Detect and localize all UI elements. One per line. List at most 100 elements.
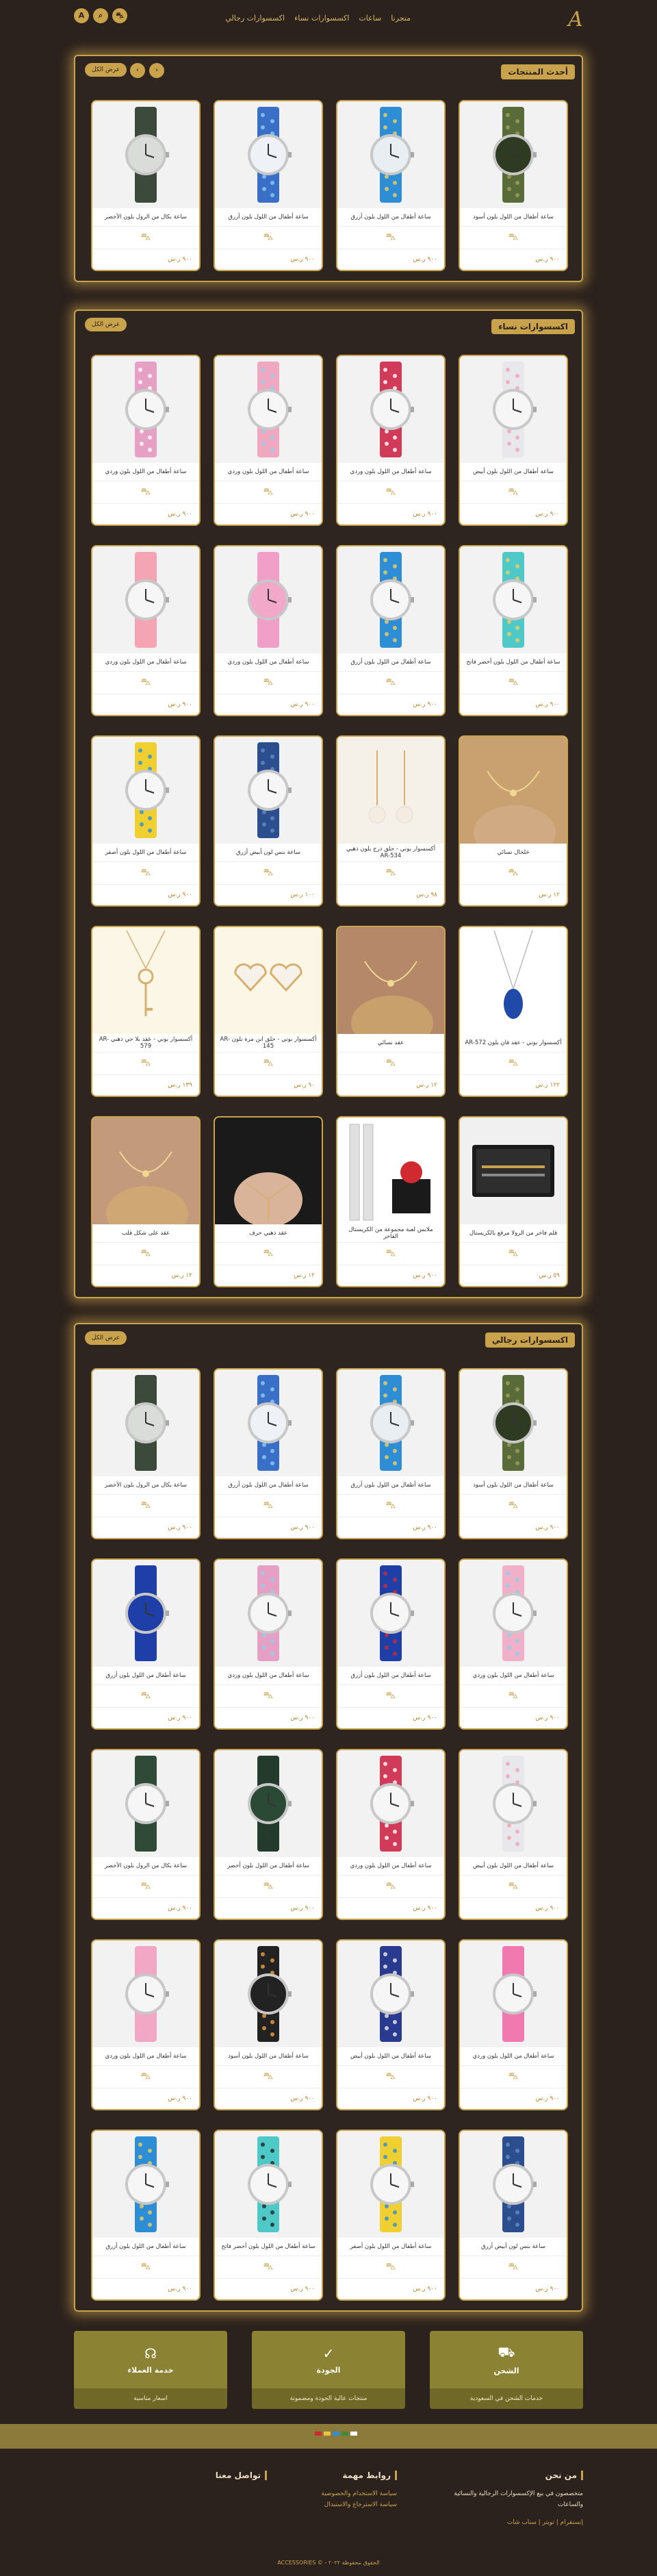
product-card[interactable]: ساعة أطفال من اللول بلون أخضر ⛍ ٩٠٠ ر.س bbox=[214, 1749, 323, 1920]
product-image[interactable] bbox=[215, 2131, 322, 2238]
view-all-button[interactable]: عرض الكل bbox=[85, 63, 127, 77]
product-name[interactable]: ساعة أطفال من اللول بلون أخضر فاتح bbox=[460, 653, 567, 671]
cart-icon[interactable]: ⛍ bbox=[112, 8, 127, 23]
product-image[interactable] bbox=[460, 737, 567, 844]
product-image[interactable] bbox=[215, 1560, 322, 1667]
user-icon[interactable]: A bbox=[74, 8, 89, 23]
product-card[interactable]: ساعة أطفال من اللول بلون أصفر ⛍ ٩٠٠ ر.س bbox=[91, 735, 201, 907]
product-card[interactable]: ساعة أطفال من اللول بلون أبيض ⛍ ٩٠٠ ر.س bbox=[459, 1749, 568, 1920]
add-to-cart-button[interactable]: ⛍ bbox=[215, 226, 322, 249]
product-name[interactable]: ساعة أطفال من اللول بلون أزرق bbox=[215, 1476, 322, 1494]
add-to-cart-button[interactable]: ⛍ bbox=[460, 2256, 567, 2279]
product-card[interactable]: أكسسوار بوني - عقد بلا جي ذهبي AR-579 ⛍ ١٣… bbox=[91, 926, 201, 1097]
product-image[interactable] bbox=[92, 101, 199, 208]
product-image[interactable] bbox=[92, 1941, 199, 2047]
product-name[interactable]: ساعة أطفال من اللول بلون وردي bbox=[92, 2047, 199, 2065]
add-to-cart-button[interactable]: ⛍ bbox=[460, 1494, 567, 1517]
product-card[interactable]: ساعة أطفال من اللول بلون أبيض ⛍ ٩٠٠ ر.س bbox=[336, 1939, 446, 2110]
add-to-cart-button[interactable]: ⛍ bbox=[215, 481, 322, 504]
add-to-cart-button[interactable]: ⛍ bbox=[215, 2256, 322, 2279]
product-card[interactable]: ساعة أطفال من اللول بلون وردي ⛍ ٩٠٠ ر.س bbox=[214, 355, 323, 526]
add-to-cart-button[interactable]: ⛍ bbox=[215, 861, 322, 885]
add-to-cart-button[interactable]: ⛍ bbox=[92, 1494, 199, 1517]
product-card[interactable]: ساعة أطفال من اللول بلون وردي ⛍ ٩٠٠ ر.س bbox=[336, 1749, 446, 1920]
nav-item-women[interactable]: اكسسوارات نساء bbox=[294, 14, 349, 23]
product-name[interactable]: ساعة أطفال من اللول بلون وردي bbox=[92, 653, 199, 671]
product-image[interactable] bbox=[215, 737, 322, 844]
product-name[interactable]: أكسسوار بوني - حلق درج بلون ذهبي AR-534 bbox=[337, 844, 444, 861]
product-card[interactable]: ساعة أطفال من اللول بلون أبيض ⛍ ٩٠٠ ر.س bbox=[459, 355, 568, 526]
add-to-cart-button[interactable]: ⛍ bbox=[215, 671, 322, 694]
product-image[interactable] bbox=[337, 1560, 444, 1667]
product-card[interactable]: ساعة أطفال من اللول بلون أزرق ⛍ ٩٠٠ ر.س bbox=[91, 1558, 201, 1730]
brand-logo[interactable]: A bbox=[563, 7, 589, 33]
product-name[interactable]: ساعة أطفال من اللول بلون وردي bbox=[92, 463, 199, 481]
add-to-cart-button[interactable]: ⛍ bbox=[92, 1242, 199, 1265]
product-image[interactable] bbox=[92, 1117, 199, 1224]
add-to-cart-button[interactable]: ⛍ bbox=[92, 1052, 199, 1075]
product-name[interactable]: ساعة أطفال من اللول بلون أبيض bbox=[460, 1857, 567, 1875]
product-card[interactable]: ساعة أطفال من اللول بلون أزرق ⛍ ٩٠٠ ر.س bbox=[336, 545, 446, 716]
product-name[interactable]: ساعة أطفال من اللول بلون أزرق bbox=[92, 1667, 199, 1684]
product-card[interactable]: ملابس لعبة مجموعة من الكريستال الفاخر ⛍ ٩٠… bbox=[336, 1116, 446, 1287]
product-card[interactable]: أكسسوار بوني - حلق درج بلون ذهبي AR-534 ⛍… bbox=[336, 735, 446, 907]
product-card[interactable]: ساعة أطفال من اللول بلون أسود ⛍ ٩٠٠ ر.س bbox=[214, 1939, 323, 2110]
add-to-cart-button[interactable]: ⛍ bbox=[460, 861, 567, 885]
product-name[interactable]: أكسسوار بوني - عقد بلا جي ذهبي AR-579 bbox=[92, 1034, 199, 1052]
product-name[interactable]: ساعة أطفال من اللول بلون أزرق bbox=[337, 1476, 444, 1494]
add-to-cart-button[interactable]: ⛍ bbox=[337, 2256, 444, 2279]
product-card[interactable]: أكسسوار بوني - عقد فان بلون AR-572 ⛍ ١٢٢ ر… bbox=[459, 926, 568, 1097]
footer-link-returns[interactable]: سياسة الاسترجاع والاستبدال bbox=[287, 2499, 397, 2510]
product-card[interactable]: ساعة أطفال من اللول بلون أخضر فاتح ⛍ ٩٠٠ ر… bbox=[459, 545, 568, 716]
product-card[interactable]: عقد على شكل قلب ⛍ ١٢ ر.س bbox=[91, 1116, 201, 1287]
add-to-cart-button[interactable]: ⛍ bbox=[337, 1875, 444, 1898]
product-card[interactable]: عقد نسائي ⛍ ١٢ ر.س bbox=[336, 926, 446, 1097]
product-image[interactable] bbox=[92, 1750, 199, 1857]
add-to-cart-button[interactable]: ⛍ bbox=[92, 481, 199, 504]
product-card[interactable]: ساعة أطفال من اللول بلون وردي ⛍ ٩٠٠ ر.س bbox=[459, 1558, 568, 1730]
add-to-cart-button[interactable]: ⛍ bbox=[460, 1875, 567, 1898]
product-image[interactable] bbox=[460, 546, 567, 653]
product-card[interactable]: ساعة أطفال من اللول بلون أسود ⛍ ٩٠٠ ر.س bbox=[459, 100, 568, 271]
product-name[interactable]: ساعة أطفال من اللول بلون أسود bbox=[215, 2047, 322, 2065]
add-to-cart-button[interactable]: ⛍ bbox=[92, 1684, 199, 1708]
product-card[interactable]: ساعة أطفال من اللول بلون وردي ⛍ ٩٠٠ ر.س bbox=[91, 1939, 201, 2110]
product-name[interactable]: ساعة بنس لون أبيض أزرق bbox=[460, 2238, 567, 2256]
product-card[interactable]: ساعة أطفال من اللول بلون أزرق ⛍ ٩٠٠ ر.س bbox=[336, 1368, 446, 1539]
product-card[interactable]: قلم فاخر من الرولا مرقع بالكريستال ⛍ ٥٩ ر.… bbox=[459, 1116, 568, 1287]
add-to-cart-button[interactable]: ⛍ bbox=[215, 1242, 322, 1265]
add-to-cart-button[interactable]: ⛍ bbox=[337, 1052, 444, 1075]
product-image[interactable] bbox=[337, 737, 444, 844]
product-name[interactable]: ساعة أطفال من اللول بلون أخضر فاتح bbox=[215, 2238, 322, 2256]
product-image[interactable] bbox=[92, 2131, 199, 2238]
add-to-cart-button[interactable]: ⛍ bbox=[92, 861, 199, 885]
product-image[interactable] bbox=[92, 356, 199, 463]
product-image[interactable] bbox=[337, 927, 444, 1034]
product-card[interactable]: ساعة أطفال من اللول بلون وردي ⛍ ٩٠٠ ر.س bbox=[214, 1558, 323, 1730]
product-name[interactable]: ساعة أطفال من اللول بلون وردي bbox=[337, 463, 444, 481]
add-to-cart-button[interactable]: ⛍ bbox=[460, 1684, 567, 1708]
product-name[interactable]: ساعة أطفال من اللول بلون وردي bbox=[460, 2047, 567, 2065]
product-name[interactable]: ساعة أطفال من اللول بلون وردي bbox=[215, 1667, 322, 1684]
add-to-cart-button[interactable]: ⛍ bbox=[337, 481, 444, 504]
product-card[interactable]: ساعة أطفال من اللول بلون وردي ⛍ ٩٠٠ ر.س bbox=[336, 355, 446, 526]
product-name[interactable]: ساعة بنس لون أبيض أزرق bbox=[215, 844, 322, 861]
add-to-cart-button[interactable]: ⛍ bbox=[92, 2256, 199, 2279]
product-card[interactable]: ساعة أطفال من اللول بلون وردي ⛍ ٩٠٠ ر.س bbox=[214, 545, 323, 716]
product-card[interactable]: ساعة أطفال من اللول بلون وردي ⛍ ٩٠٠ ر.س bbox=[459, 1939, 568, 2110]
add-to-cart-button[interactable]: ⛍ bbox=[92, 671, 199, 694]
product-image[interactable] bbox=[337, 2131, 444, 2238]
view-all-button[interactable]: عرض الكل bbox=[85, 318, 127, 331]
product-name[interactable]: خلخال نسائي bbox=[460, 844, 567, 861]
product-name[interactable]: قلم فاخر من الرولا مرقع بالكريستال bbox=[460, 1224, 567, 1242]
product-name[interactable]: ساعة أطفال من اللول بلون أزرق bbox=[92, 2238, 199, 2256]
nav-item-watches[interactable]: ساعات bbox=[359, 14, 381, 23]
product-name[interactable]: ساعة أطفال من اللول بلون أزرق bbox=[215, 208, 322, 226]
product-card[interactable]: ساعة أطفال من اللول بلون وردي ⛍ ٩٠٠ ر.س bbox=[91, 355, 201, 526]
product-card[interactable]: ساعة بكال من الرول بلون الأخضر ⛍ ٩٠٠ ر.س bbox=[91, 1749, 201, 1920]
product-name[interactable]: أكسسوار بوني - حلق ابن مرة بلون AR-145 bbox=[215, 1034, 322, 1052]
product-image[interactable] bbox=[460, 1117, 567, 1224]
product-image[interactable] bbox=[460, 927, 567, 1034]
product-image[interactable] bbox=[460, 356, 567, 463]
product-card[interactable]: ساعة بكال من الرول بلون الأخضر ⛍ ٩٠٠ ر.س bbox=[91, 1368, 201, 1539]
